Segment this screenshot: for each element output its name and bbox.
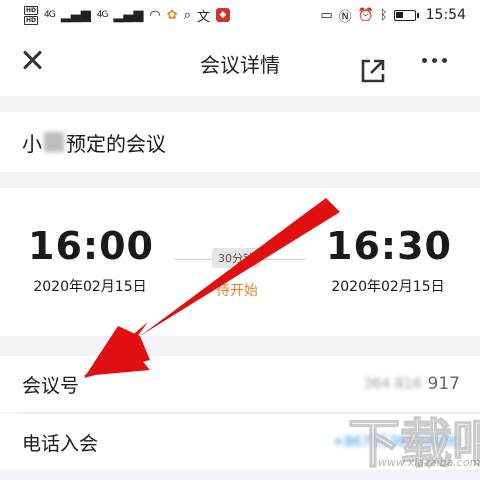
watermark-url: www.xiazaiba.com <box>378 456 480 469</box>
meeting-title-suffix: 预定的会议 <box>66 131 166 156</box>
start-date: 2020年02月15日 <box>33 279 147 295</box>
signal-bars-icon: ▂▄▆ <box>60 7 91 23</box>
meeting-id-value: 917 <box>427 374 460 394</box>
signal-bars-icon-2: ▂▄▆ <box>113 7 144 23</box>
meeting-status: 待开始 <box>216 283 258 299</box>
meeting-id-label: 会议号 <box>22 374 80 397</box>
meeting-title-prefix: 小 <box>22 131 42 156</box>
dial-in-label: 电话入会 <box>22 432 99 455</box>
close-icon[interactable] <box>20 48 46 74</box>
start-time-block: 16:00 2020年02月15日 <box>28 224 154 296</box>
meeting-title: 小 预定的会议 <box>0 112 480 172</box>
meeting-id-row[interactable]: 会议号 364 816 917 <box>0 356 480 412</box>
start-time: 16:00 <box>28 224 154 268</box>
hd-indicator: HD HD <box>24 5 39 25</box>
gear-app-icon: ✿ <box>166 7 178 23</box>
wifi-icon: ◠ <box>149 7 161 23</box>
redacted-name <box>44 132 64 152</box>
page-title: 会议详情 <box>200 52 280 77</box>
meeting-id-value-group: 364 816 917 <box>364 374 460 394</box>
search-icon: ⌕ <box>183 7 191 23</box>
app-notification-icon: ◆ <box>215 8 230 22</box>
signal-2-label: 4G <box>96 10 109 20</box>
share-icon[interactable] <box>360 58 386 84</box>
signal-1-label: 4G <box>44 10 56 20</box>
end-date: 2020年02月15日 <box>331 279 445 295</box>
meeting-id-redacted: 364 816 <box>363 376 422 392</box>
more-options-icon[interactable] <box>422 58 447 63</box>
cast-icon: ▭ <box>320 7 333 23</box>
status-bar-left: HD HD 4G ▂▄▆ 4G ▂▄▆ ◠ ✿ ⌕ 文 ◆ <box>24 5 230 25</box>
status-bar-right: ▭ Ⓝ ⏰ ᛒ 15:54 <box>320 6 466 25</box>
duration-badge: 30分钟 <box>212 248 260 268</box>
bluetooth-icon: ᛒ <box>379 7 388 23</box>
end-time-block: 16:30 2020年02月15日 <box>326 224 452 296</box>
watermark-logo: 下载吧 <box>347 414 480 476</box>
status-bar: HD HD 4G ▂▄▆ 4G ▂▄▆ ◠ ✿ ⌕ 文 ◆ ▭ Ⓝ ⏰ ᛒ 15… <box>0 0 480 30</box>
hd-label-1: HD <box>24 5 39 15</box>
alarm-icon: ⏰ <box>357 7 374 23</box>
translate-icon: 文 <box>196 9 210 25</box>
hd-label-2: HD <box>24 15 39 25</box>
battery-icon <box>393 9 419 21</box>
meeting-time-section: 16:00 2020年02月15日 30分钟 待开始 16:30 2020年02… <box>0 188 480 336</box>
nav-bar: 会议详情 <box>0 30 480 96</box>
status-time: 15:54 <box>425 7 466 23</box>
end-time: 16:30 <box>326 224 452 268</box>
nfc-icon: Ⓝ <box>338 9 352 25</box>
